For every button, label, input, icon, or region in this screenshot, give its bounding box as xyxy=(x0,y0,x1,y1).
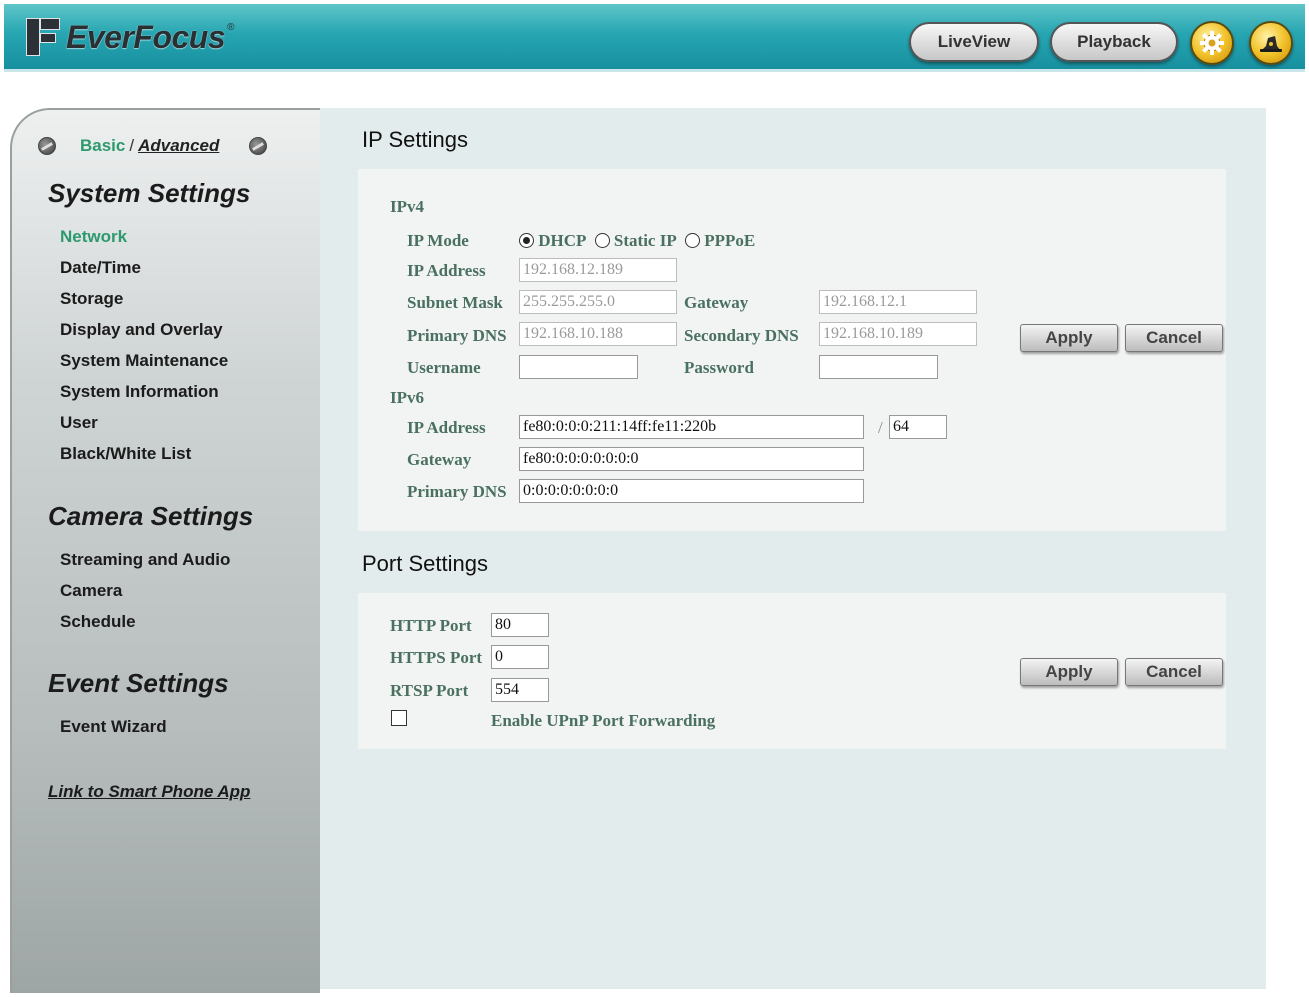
everfocus-logo: EverFocus ® xyxy=(22,14,235,60)
pppoe-radio[interactable] xyxy=(684,233,700,248)
pppoe-radio-label: PPPoE xyxy=(704,231,756,250)
screw-icon xyxy=(38,137,56,155)
wizard-hat-icon[interactable] xyxy=(1249,21,1293,65)
upnp-label: Enable UPnP Port Forwarding xyxy=(491,711,716,730)
static-ip-radio[interactable] xyxy=(594,233,610,248)
primary-dns-label: Primary DNS xyxy=(407,326,507,345)
prefix-separator: / xyxy=(878,418,883,437)
ip-apply-button[interactable]: Apply xyxy=(1020,324,1118,352)
sidebar-item-display-overlay[interactable]: Display and Overlay xyxy=(60,320,223,340)
camera-settings-heading: Camera Settings xyxy=(48,501,254,531)
mode-toggle: Basic / Advanced xyxy=(38,134,288,158)
playback-button[interactable]: Playback xyxy=(1050,22,1178,62)
username-label: Username xyxy=(407,358,481,377)
https-port-label: HTTPS Port xyxy=(390,648,483,667)
event-settings-heading: Event Settings xyxy=(48,668,229,698)
ipv6-label: IPv6 xyxy=(390,388,424,407)
ipv6-primary-dns-label: Primary DNS xyxy=(407,482,507,501)
sidebar: Basic / Advanced System Settings Network… xyxy=(10,108,320,993)
gateway-label: Gateway xyxy=(684,293,749,312)
dhcp-radio-label: DHCP xyxy=(538,231,587,250)
subnet-mask-field[interactable]: 255.255.255.0 xyxy=(519,290,677,314)
system-settings-heading: System Settings xyxy=(48,178,251,208)
port-cancel-button[interactable]: Cancel xyxy=(1125,658,1223,686)
sidebar-item-date-time[interactable]: Date/Time xyxy=(60,258,141,278)
ipv6-address-label: IP Address xyxy=(407,418,486,437)
rtsp-port-label: RTSP Port xyxy=(390,681,469,700)
mode-separator: / xyxy=(129,136,135,155)
ip-address-label: IP Address xyxy=(407,261,486,280)
registered-mark: ® xyxy=(227,21,235,33)
sidebar-item-network[interactable]: Network xyxy=(60,227,127,247)
sidebar-item-camera[interactable]: Camera xyxy=(60,581,122,601)
sidebar-item-event-wizard[interactable]: Event Wizard xyxy=(60,717,167,737)
secondary-dns-label: Secondary DNS xyxy=(684,326,799,345)
secondary-dns-field[interactable]: 192.168.10.189 xyxy=(819,322,977,346)
upnp-checkbox[interactable] xyxy=(391,710,407,726)
logo-mark-icon xyxy=(22,16,62,58)
dhcp-radio[interactable] xyxy=(519,233,534,248)
sidebar-item-system-maintenance[interactable]: System Maintenance xyxy=(60,351,228,371)
liveview-button[interactable]: LiveView xyxy=(909,22,1039,62)
port-apply-button[interactable]: Apply xyxy=(1020,658,1118,686)
static-ip-radio-label: Static IP xyxy=(613,231,677,250)
ipv6-address-field[interactable]: fe80:0:0:0:211:14ff:fe11:220b xyxy=(519,415,864,439)
advanced-mode-link[interactable]: Advanced xyxy=(138,136,219,156)
ip-mode-label: IP Mode xyxy=(407,231,469,250)
basic-mode-link[interactable]: Basic xyxy=(80,136,125,156)
sidebar-item-user[interactable]: User xyxy=(60,413,98,433)
subnet-mask-label: Subnet Mask xyxy=(407,293,503,312)
http-port-field[interactable]: 80 xyxy=(491,613,549,637)
sidebar-item-system-information[interactable]: System Information xyxy=(60,382,219,402)
top-header: EverFocus ® LiveView Playback xyxy=(4,4,1305,72)
username-field[interactable] xyxy=(519,355,638,379)
smart-phone-app-link[interactable]: Link to Smart Phone App xyxy=(48,782,250,802)
https-port-field[interactable]: 0 xyxy=(491,645,549,669)
password-label: Password xyxy=(684,358,754,377)
gateway-field[interactable]: 192.168.12.1 xyxy=(819,290,977,314)
primary-dns-field[interactable]: 192.168.10.188 xyxy=(519,322,677,346)
http-port-label: HTTP Port xyxy=(390,616,472,635)
settings-gear-icon[interactable] xyxy=(1190,21,1234,65)
sidebar-item-streaming-audio[interactable]: Streaming and Audio xyxy=(60,550,230,570)
sidebar-item-storage[interactable]: Storage xyxy=(60,289,123,309)
ipv6-gateway-field[interactable]: fe80:0:0:0:0:0:0:0 xyxy=(519,447,864,471)
ipv6-gateway-label: Gateway xyxy=(407,450,472,469)
ip-mode-radio-group: DHCP Static IP PPPoE xyxy=(519,231,759,251)
rtsp-port-field[interactable]: 554 xyxy=(491,678,549,702)
brand-name: EverFocus xyxy=(66,18,226,55)
ipv4-label: IPv4 xyxy=(390,197,424,216)
ip-cancel-button[interactable]: Cancel xyxy=(1125,324,1223,352)
ipv6-primary-dns-field[interactable]: 0:0:0:0:0:0:0:0 xyxy=(519,479,864,503)
ip-settings-title: IP Settings xyxy=(362,127,468,152)
sidebar-item-schedule[interactable]: Schedule xyxy=(60,612,136,632)
screw-icon xyxy=(249,137,268,155)
password-field[interactable] xyxy=(819,355,938,379)
ipv6-prefix-field[interactable]: 64 xyxy=(889,415,947,439)
port-settings-title: Port Settings xyxy=(362,551,488,576)
sidebar-item-black-white-list[interactable]: Black/White List xyxy=(60,444,191,464)
ip-address-field[interactable]: 192.168.12.189 xyxy=(519,258,677,282)
